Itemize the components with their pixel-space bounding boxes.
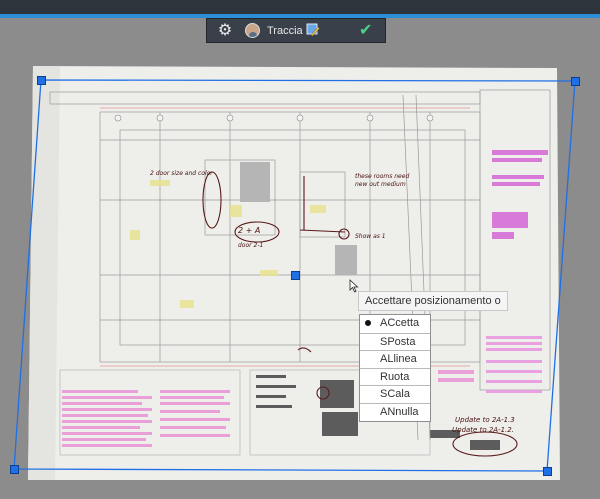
- svg-text:these rooms need: these rooms need: [355, 173, 409, 180]
- menu-item-label: ALlinea: [380, 353, 417, 366]
- checkmark-icon[interactable]: ✔: [359, 22, 372, 38]
- menu-item-cancel[interactable]: ANnulla: [360, 402, 430, 421]
- corner-handle-bottom-left[interactable]: [10, 465, 19, 474]
- menu-item-label: ACcetta: [380, 317, 420, 329]
- menu-item-label: SCala: [380, 388, 410, 401]
- toolbar-title[interactable]: Traccia: [267, 24, 303, 38]
- menu-item-label: ANnulla: [380, 405, 419, 418]
- corner-handle-top-left[interactable]: [37, 76, 46, 85]
- menu-item-align[interactable]: ALlinea: [360, 350, 430, 368]
- svg-text:2 + A: 2 + A: [238, 226, 260, 235]
- center-handle[interactable]: [291, 271, 300, 280]
- svg-text:new out medium: new out medium: [355, 181, 406, 188]
- corner-handle-bottom-right[interactable]: [543, 467, 552, 476]
- svg-text:2 door size and color: 2 door size and color: [150, 170, 213, 177]
- command-prompt-tooltip: Accettare posizionamento o: [358, 291, 508, 311]
- edit-icon[interactable]: [306, 23, 320, 37]
- menu-item-label: SPosta: [380, 335, 416, 348]
- menu-item-label: Ruota: [380, 370, 410, 383]
- selected-bullet-icon: [365, 320, 371, 326]
- svg-text:Show as 1: Show as 1: [355, 233, 386, 240]
- menu-item-scale[interactable]: SCala: [360, 385, 430, 403]
- placement-options-menu: ACcetta SPosta ALlinea Ruota SCala ANnul…: [359, 314, 431, 422]
- trace-toolbar: ⚙ Traccia ✔: [206, 18, 386, 43]
- svg-text:Update to 2A-1.2.: Update to 2A-1.2.: [452, 426, 514, 434]
- gear-icon[interactable]: ⚙: [217, 22, 233, 38]
- svg-text:door 2-1: door 2-1: [238, 242, 263, 249]
- menu-item-rotate[interactable]: Ruota: [360, 367, 430, 386]
- drawing-viewport[interactable]: 2 door size and color these rooms need n…: [0, 0, 600, 499]
- menu-item-accept[interactable]: ACcetta: [360, 315, 430, 333]
- menu-item-move[interactable]: SPosta: [360, 332, 430, 351]
- corner-handle-top-right[interactable]: [571, 77, 580, 86]
- svg-text:Update to 2A-1.3: Update to 2A-1.3: [455, 416, 515, 424]
- avatar[interactable]: [245, 23, 260, 38]
